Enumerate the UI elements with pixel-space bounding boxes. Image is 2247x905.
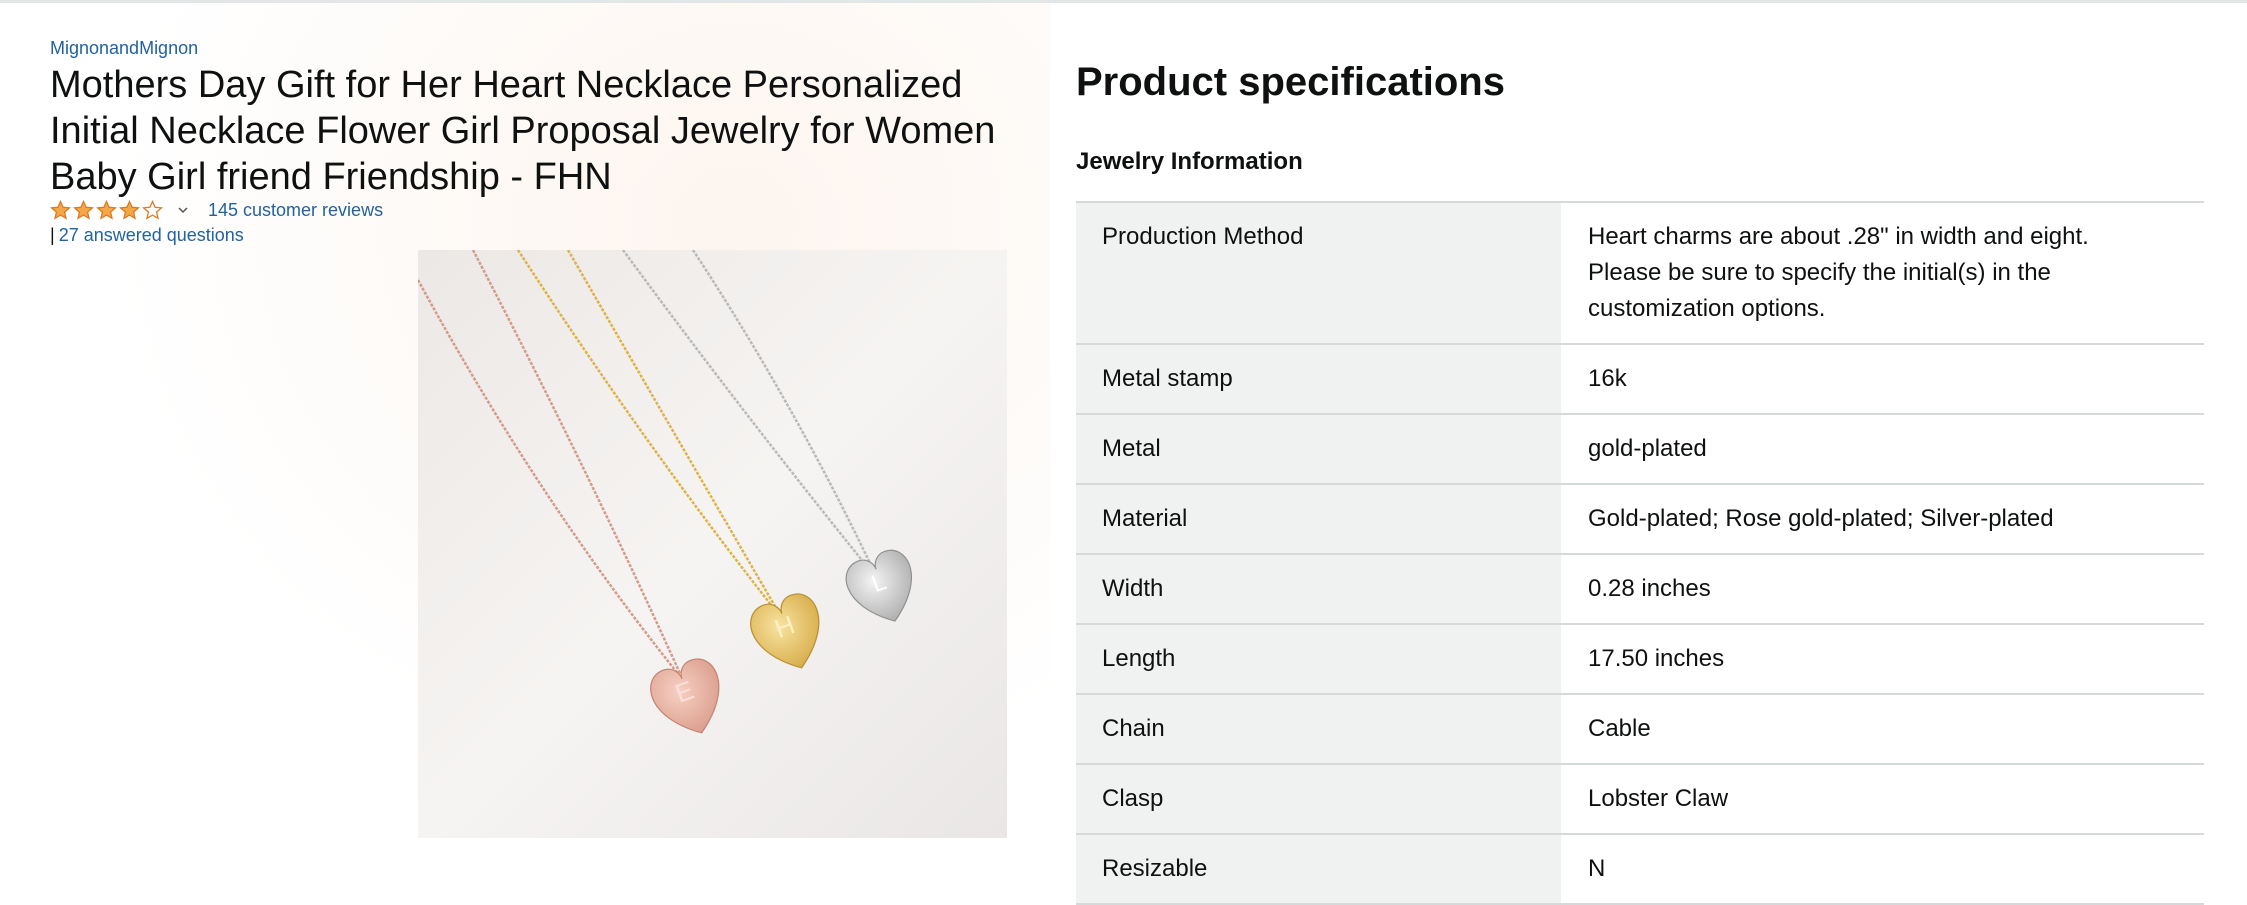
spec-label: Metal <box>1076 414 1561 484</box>
spec-row: Production Method Heart charms are about … <box>1076 202 2204 344</box>
answered-questions-row: | 27 answered questions <box>50 225 244 246</box>
spec-row: Width 0.28 inches <box>1076 554 2204 624</box>
spec-row: Metal gold-plated <box>1076 414 2204 484</box>
specifications-title: Product specifications <box>1076 60 1505 104</box>
spec-row: Chain Cable <box>1076 694 2204 764</box>
spec-row: Clasp Lobster Claw <box>1076 764 2204 834</box>
spec-label: Material <box>1076 484 1561 554</box>
spec-row: Length 17.50 inches <box>1076 624 2204 694</box>
spec-row: Metal stamp 16k <box>1076 344 2204 414</box>
spec-label: Metal stamp <box>1076 344 1561 414</box>
star-filled-icon <box>50 199 71 220</box>
rating-row: 145 customer reviews <box>50 199 383 221</box>
star-empty-icon <box>142 199 163 220</box>
spec-value: Gold-plated; Rose gold-plated; Silver-pl… <box>1561 484 2204 554</box>
spec-label: Chain <box>1076 694 1561 764</box>
spec-label: Production Method <box>1076 202 1561 344</box>
image-background <box>418 250 1007 838</box>
spec-label: Clasp <box>1076 764 1561 834</box>
spec-value: N <box>1561 834 2204 904</box>
answered-questions-link[interactable]: 27 answered questions <box>59 225 244 245</box>
spec-value: Lobster Claw <box>1561 764 2204 834</box>
spec-label: Length <box>1076 624 1561 694</box>
star-filled-icon <box>96 199 117 220</box>
spec-value: Heart charms are about .28" in width and… <box>1561 202 2204 344</box>
product-image[interactable]: E H L <box>418 250 1007 838</box>
spec-value: 17.50 inches <box>1561 624 2204 694</box>
product-title: Mothers Day Gift for Her Heart Necklace … <box>50 64 996 198</box>
spec-label: Width <box>1076 554 1561 624</box>
spec-label: Resizable <box>1076 834 1561 904</box>
star-filled-icon <box>119 199 140 220</box>
chevron-down-icon[interactable] <box>177 204 189 216</box>
star-rating[interactable] <box>50 199 165 221</box>
spec-value: Cable <box>1561 694 2204 764</box>
spec-value: 16k <box>1561 344 2204 414</box>
star-filled-icon <box>73 199 94 220</box>
spec-row: Resizable N <box>1076 834 2204 904</box>
customer-reviews-link[interactable]: 145 customer reviews <box>208 200 383 221</box>
spec-value: gold-plated <box>1561 414 2204 484</box>
brand-link[interactable]: MignonandMignon <box>50 38 198 59</box>
specifications-table: Production Method Heart charms are about … <box>1076 201 2204 905</box>
spec-row: Material Gold-plated; Rose gold-plated; S… <box>1076 484 2204 554</box>
jewelry-information-heading: Jewelry Information <box>1076 148 1303 175</box>
spec-value: 0.28 inches <box>1561 554 2204 624</box>
separator: | <box>50 225 55 245</box>
